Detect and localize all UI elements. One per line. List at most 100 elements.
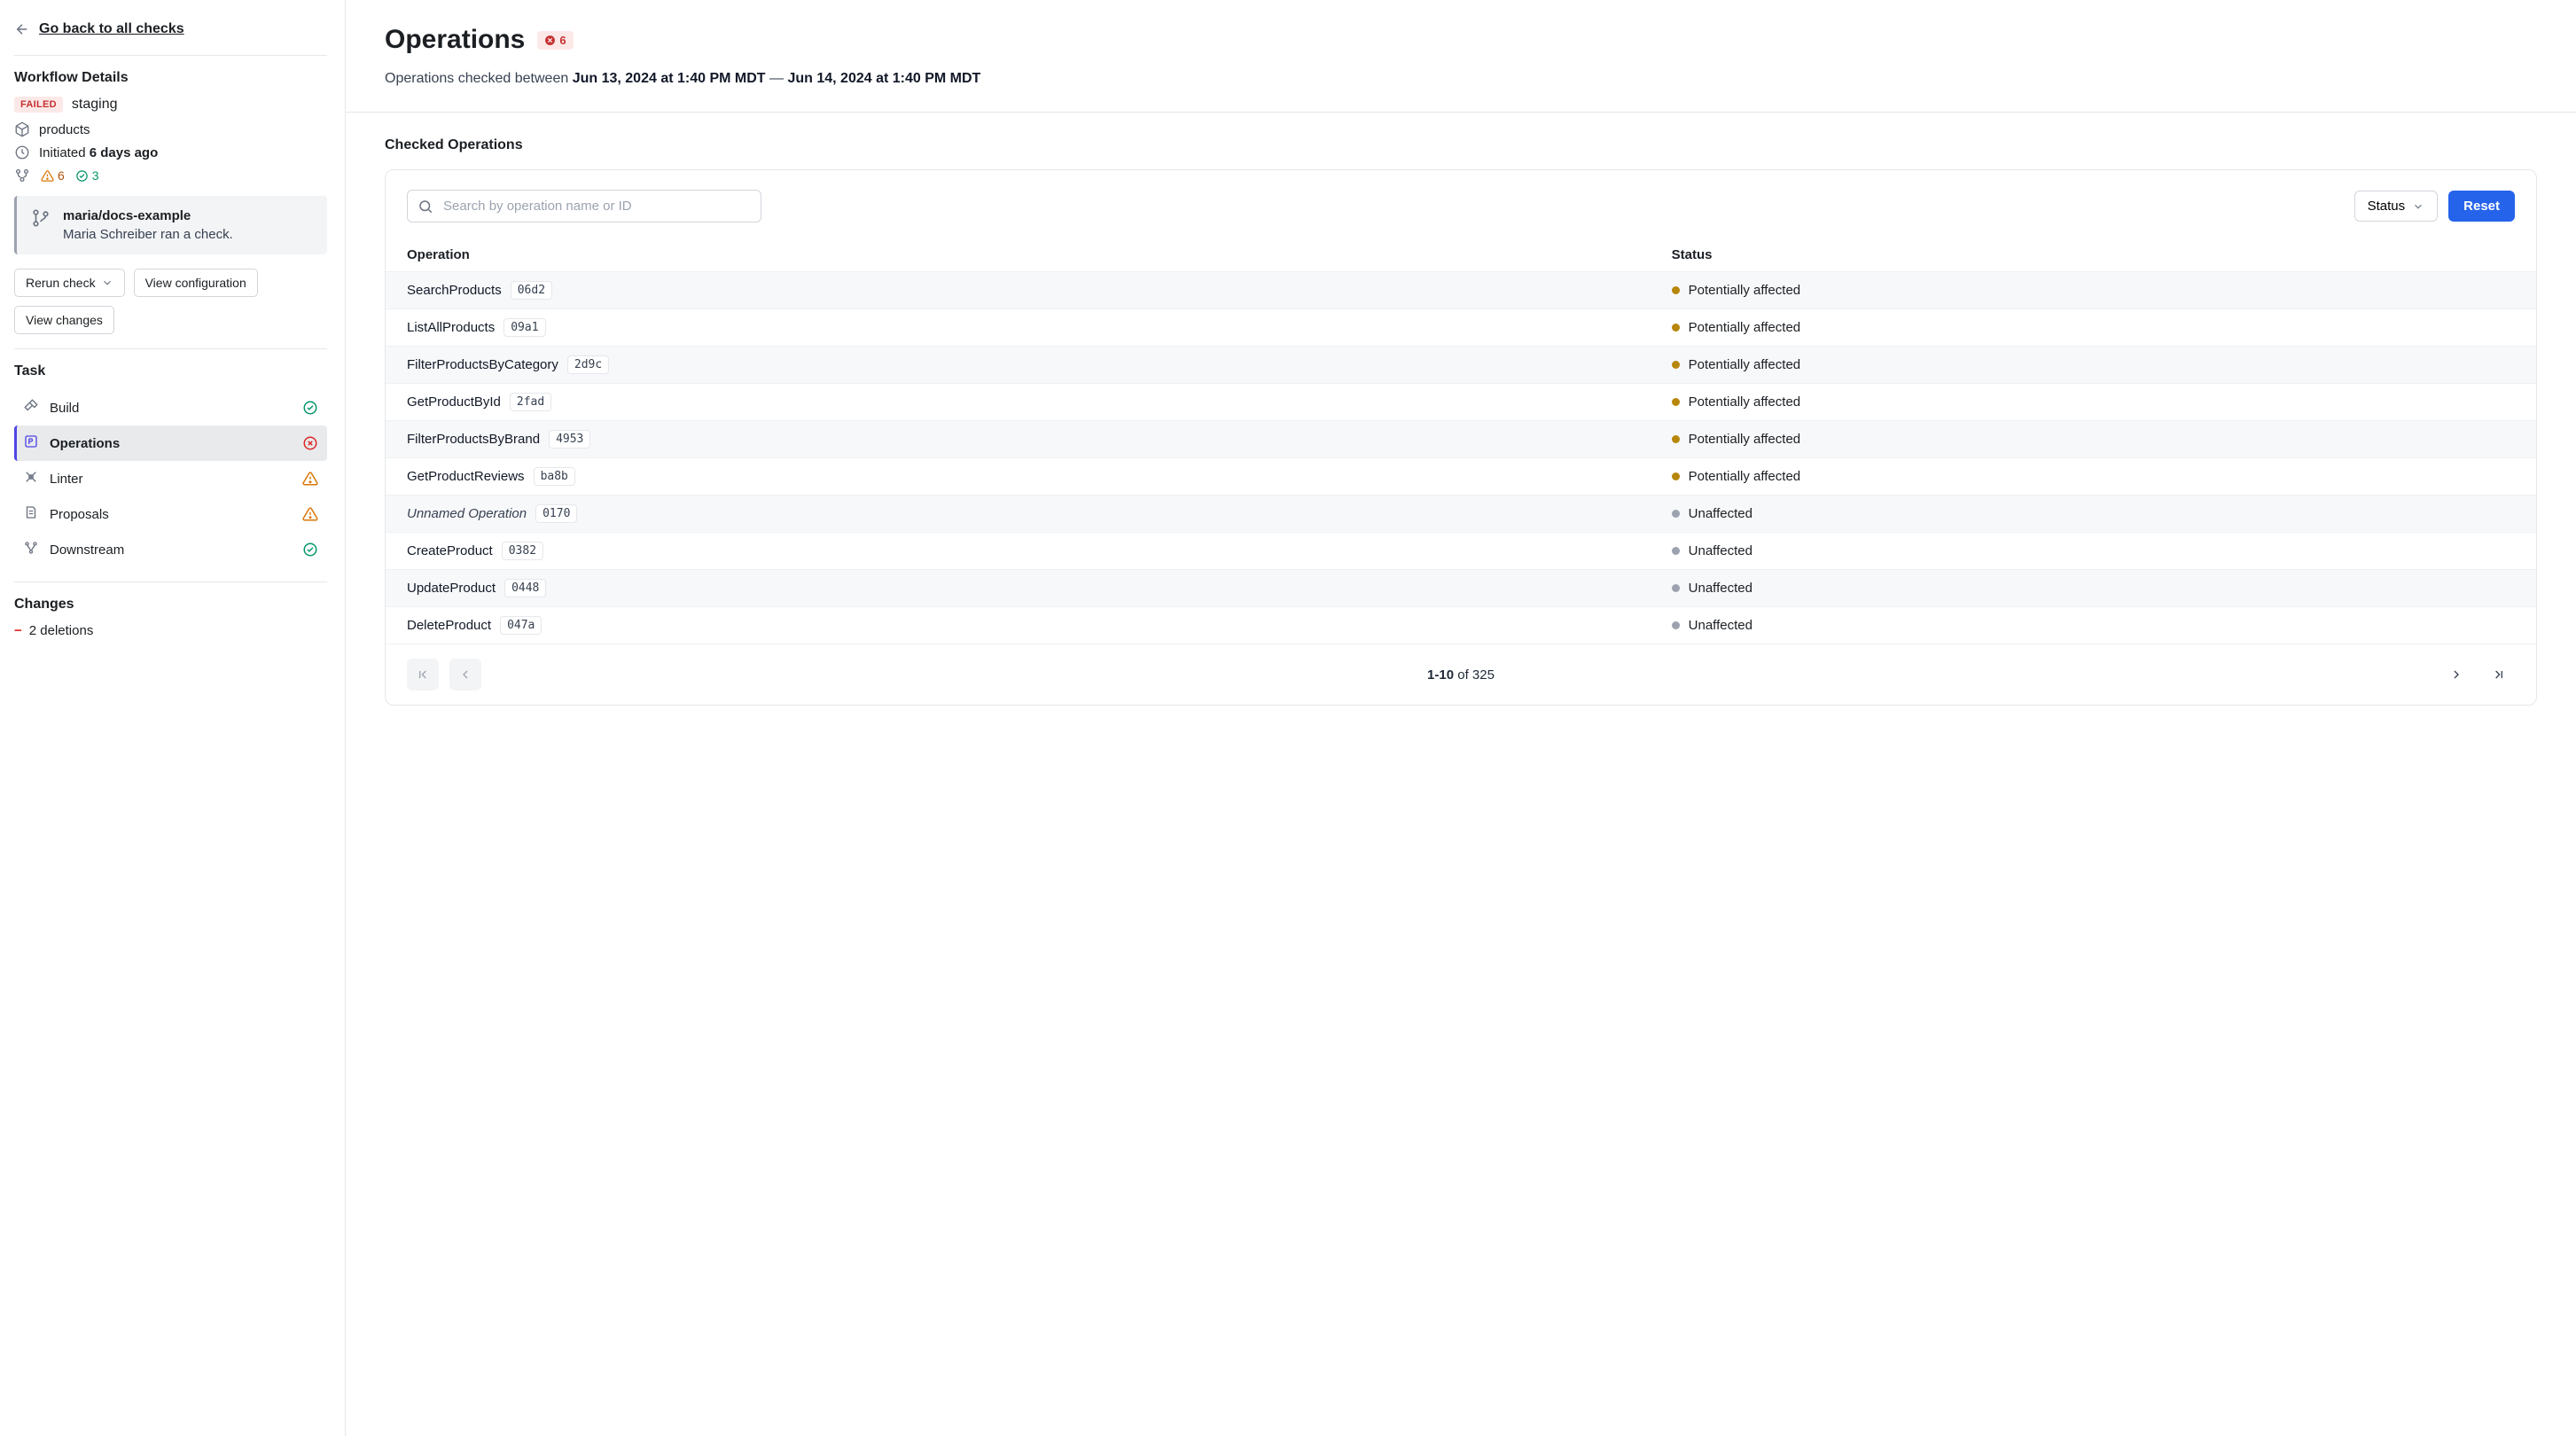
task-item-label: Linter xyxy=(50,472,292,487)
table-row[interactable]: DeleteProduct047aUnaffected xyxy=(386,607,2536,644)
page-title: Operations xyxy=(385,25,525,55)
status-dot-icon xyxy=(1672,584,1680,592)
view-changes-button[interactable]: View changes xyxy=(14,306,114,334)
operation-name: DeleteProduct xyxy=(407,618,491,633)
pager-last-button[interactable] xyxy=(2483,659,2515,691)
changes-title: Changes xyxy=(14,597,327,613)
build-icon xyxy=(23,398,39,418)
status-dot-icon xyxy=(1672,324,1680,332)
warn-count: 6 xyxy=(41,168,65,183)
status-dot-icon xyxy=(1672,547,1680,555)
operation-name: FilterProductsByBrand xyxy=(407,432,540,447)
status-text: Potentially affected xyxy=(1689,357,1800,372)
branch-card: maria/docs-example Maria Schreiber ran a… xyxy=(14,196,327,254)
pager-prev-button[interactable] xyxy=(449,659,481,691)
status-dot-icon xyxy=(1672,435,1680,443)
task-status-icon xyxy=(302,506,318,522)
clock-icon xyxy=(14,144,30,160)
table-row[interactable]: Unnamed Operation0170Unaffected xyxy=(386,496,2536,533)
rerun-check-button[interactable]: Rerun check xyxy=(14,269,125,297)
title-error-badge: 6 xyxy=(537,31,573,50)
workflow-status-row: FAILED staging xyxy=(14,97,327,113)
operation-name: CreateProduct xyxy=(407,543,493,558)
counts-line: 6 3 xyxy=(14,168,327,183)
table-row[interactable]: GetProductReviews ba8b Potentially affecte… xyxy=(386,458,2536,496)
operation-name: GetProductReviews xyxy=(407,469,525,484)
status-text: Unaffected xyxy=(1689,581,1752,596)
task-item-operations[interactable]: Operations xyxy=(14,425,327,461)
col-status: Status xyxy=(1651,238,2536,272)
table-row[interactable]: UpdateProduct0448Unaffected xyxy=(386,570,2536,607)
table-row[interactable]: ListAllProducts09a1Potentially affected xyxy=(386,309,2536,347)
git-branch-icon xyxy=(31,208,51,228)
branch-icon xyxy=(14,168,30,183)
task-status-icon xyxy=(302,471,318,487)
operation-id-chip: 4953 xyxy=(549,430,590,449)
table-row[interactable]: CreateProduct0382Unaffected xyxy=(386,533,2536,570)
initiated-line: Initiated 6 days ago xyxy=(14,144,327,160)
branch-name: maria/docs-example xyxy=(63,208,233,223)
back-link[interactable]: Go back to all checks xyxy=(14,21,327,37)
status-badge-failed: FAILED xyxy=(14,97,63,113)
pager-status: 1-10 of 325 xyxy=(481,667,2440,683)
chevron-down-icon xyxy=(2412,200,2424,213)
environment-name: staging xyxy=(72,97,118,113)
changes-line: −2 deletions xyxy=(14,623,327,638)
warning-icon xyxy=(41,169,54,183)
table-row[interactable]: GetProductById2fadPotentially affected xyxy=(386,384,2536,421)
chevron-first-icon xyxy=(416,667,430,682)
linter-icon xyxy=(23,469,39,488)
main: Operations 6 Operations checked between … xyxy=(346,0,2576,1436)
task-item-proposals[interactable]: Proposals xyxy=(14,496,327,532)
table-row[interactable]: FilterProductsByBrand 4953 Potentially aff… xyxy=(386,421,2536,458)
task-status-icon xyxy=(302,400,318,416)
task-status-icon xyxy=(302,542,318,558)
operation-id-chip: 2fad xyxy=(510,393,551,411)
task-item-label: Operations xyxy=(50,436,292,451)
operation-id-chip: 0170 xyxy=(535,504,577,523)
task-item-label: Downstream xyxy=(50,542,292,558)
proposals-icon xyxy=(23,504,39,524)
task-item-label: Build xyxy=(50,401,292,416)
task-item-build[interactable]: Build xyxy=(14,390,327,425)
task-title: Task xyxy=(14,363,327,379)
table-row[interactable]: FilterProductsByCategory2d9cPotentially … xyxy=(386,347,2536,384)
operation-id-chip: ba8b xyxy=(534,467,575,486)
search-input[interactable] xyxy=(407,190,761,222)
operation-id-chip: 0448 xyxy=(504,579,546,597)
sidebar: Go back to all checks Workflow Details F… xyxy=(0,0,346,1436)
status-text: Potentially affected xyxy=(1689,320,1800,335)
operation-id-chip: 06d2 xyxy=(511,281,552,300)
minus-icon: − xyxy=(14,623,22,638)
pager-first-button[interactable] xyxy=(407,659,439,691)
pager-next-button[interactable] xyxy=(2440,659,2472,691)
cube-icon xyxy=(14,121,30,137)
operations-table: Operation Status SearchProducts06d2Poten… xyxy=(386,238,2536,644)
pager: 1-10 of 325 xyxy=(386,644,2536,705)
status-text: Potentially affected xyxy=(1689,469,1800,484)
ok-count: 3 xyxy=(75,168,99,183)
task-status-icon xyxy=(302,435,318,451)
table-row[interactable]: SearchProducts06d2Potentially affected xyxy=(386,272,2536,309)
branch-desc: Maria Schreiber ran a check. xyxy=(63,227,233,242)
task-item-linter[interactable]: Linter xyxy=(14,461,327,496)
status-dot-icon xyxy=(1672,361,1680,369)
status-text: Potentially affected xyxy=(1689,432,1800,447)
downstream-icon xyxy=(23,540,39,559)
chevron-last-icon xyxy=(2492,667,2506,682)
status-dot-icon xyxy=(1672,472,1680,480)
task-item-downstream[interactable]: Downstream xyxy=(14,532,327,567)
date-range-subtitle: Operations checked between Jun 13, 2024 … xyxy=(385,71,2537,87)
reset-button[interactable]: Reset xyxy=(2448,191,2515,222)
operation-name: GetProductById xyxy=(407,394,501,410)
checked-operations-title: Checked Operations xyxy=(385,137,2537,153)
chevron-right-icon xyxy=(2449,667,2463,682)
status-dot-icon xyxy=(1672,286,1680,294)
status-text: Unaffected xyxy=(1689,618,1752,633)
status-filter-button[interactable]: Status xyxy=(2354,191,2439,222)
status-text: Unaffected xyxy=(1689,543,1752,558)
view-configuration-button[interactable]: View configuration xyxy=(134,269,258,297)
status-text: Unaffected xyxy=(1689,506,1752,521)
chevron-left-icon xyxy=(458,667,472,682)
workflow-details-title: Workflow Details xyxy=(14,70,327,86)
